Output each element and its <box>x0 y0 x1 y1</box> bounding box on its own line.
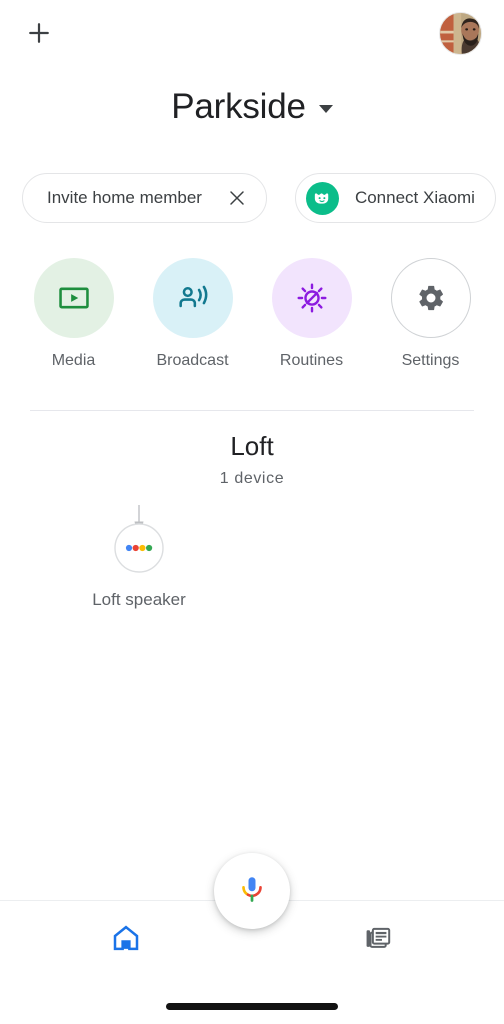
section-divider <box>30 410 474 411</box>
quick-action-label: Settings <box>401 352 460 369</box>
quick-action-routines[interactable]: Routines <box>262 258 362 370</box>
page-title: Parkside <box>171 87 306 126</box>
quick-actions-row: Media Broadcast Routines Settings <box>0 258 504 370</box>
quick-action-label: Media <box>51 352 96 369</box>
mi-home-logo-icon <box>305 181 339 215</box>
nav-item-feed[interactable] <box>252 901 504 979</box>
routines-sun-icon <box>271 258 352 338</box>
google-home-app-screen: Parkside Invite home member Connect Xiao… <box>0 0 504 1024</box>
avatar-photo <box>440 12 481 54</box>
chip-label: Invite home member <box>47 188 202 207</box>
quick-action-settings[interactable]: Settings <box>381 258 481 370</box>
room-title: Loft <box>230 431 274 461</box>
device-tile-loft-speaker[interactable]: Loft speaker <box>68 500 210 610</box>
home-indicator-bar <box>166 1003 338 1010</box>
top-bar <box>0 0 504 66</box>
media-play-icon <box>33 258 114 338</box>
google-assistant-mic-icon <box>237 874 267 909</box>
chevron-down-icon <box>318 105 333 113</box>
close-icon[interactable] <box>226 187 248 209</box>
chip-connect-xiaomi[interactable]: Connect Xiaomi <box>294 173 496 223</box>
assistant-fab-button[interactable] <box>214 853 290 929</box>
gear-icon <box>390 258 471 338</box>
chip-label: Connect Xiaomi <box>354 188 475 207</box>
nav-item-home[interactable] <box>0 901 252 979</box>
room-device-count: 1 device <box>219 470 285 487</box>
chips-row: Invite home member Connect Xiaomi <box>0 172 504 224</box>
device-label: Loft speaker <box>92 590 186 609</box>
feed-icon <box>364 924 392 957</box>
home-selector[interactable]: Parkside <box>0 84 504 130</box>
avatar[interactable] <box>439 11 482 55</box>
chip-invite-home-member[interactable]: Invite home member <box>22 173 267 223</box>
plus-icon <box>25 19 53 47</box>
google-speaker-icon <box>99 500 179 580</box>
quick-action-broadcast[interactable]: Broadcast <box>143 258 243 370</box>
home-icon <box>111 923 141 958</box>
broadcast-icon <box>152 258 233 338</box>
quick-action-media[interactable]: Media <box>24 258 124 370</box>
quick-action-label: Routines <box>279 352 344 369</box>
add-button[interactable] <box>22 16 56 50</box>
quick-action-label: Broadcast <box>156 352 229 369</box>
